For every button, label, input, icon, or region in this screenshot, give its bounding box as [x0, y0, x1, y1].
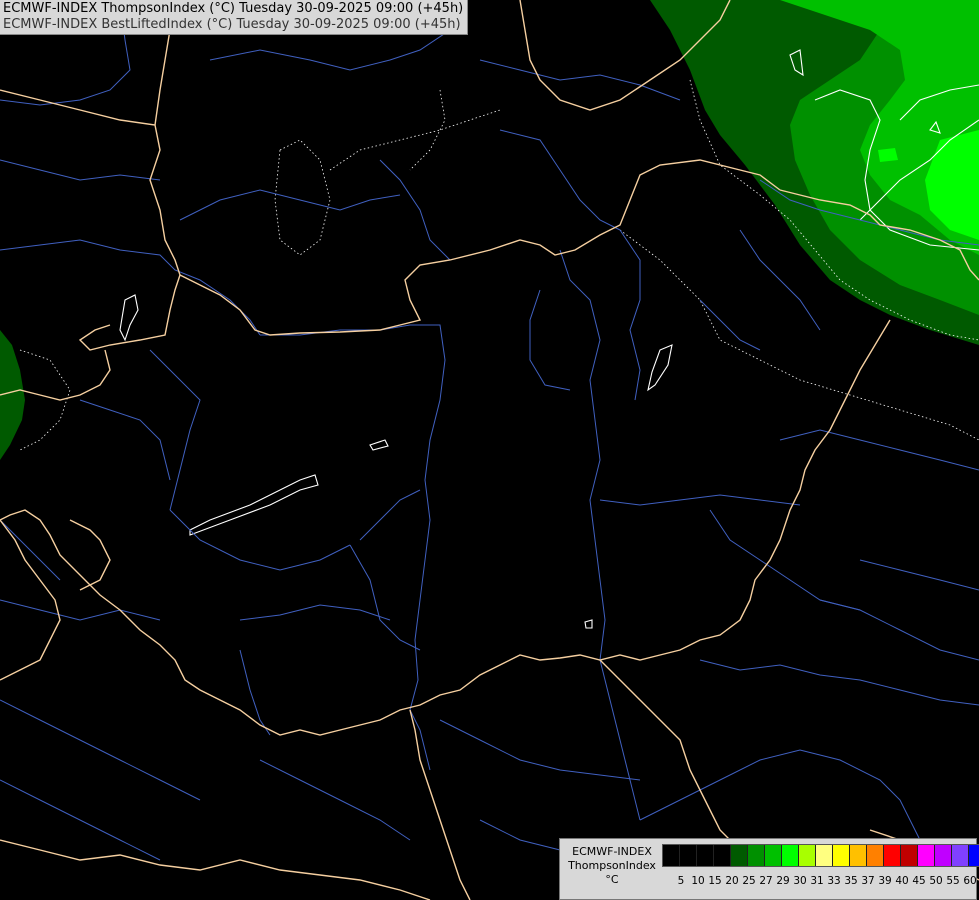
legend-tick-label: 25: [742, 875, 756, 887]
legend-swatch: [663, 845, 680, 866]
legend-tick-label: 30: [793, 875, 807, 887]
map-title-box: ECMWF-INDEX ThompsonIndex (°C) Tuesday 3…: [0, 0, 469, 35]
legend-tick-label: 60: [963, 875, 977, 887]
legend-swatch: [935, 845, 952, 866]
weather-map: [0, 0, 979, 900]
legend-swatch: [731, 845, 748, 866]
legend-tick-label: 5: [677, 875, 685, 887]
legend-tick-label: 27: [759, 875, 773, 887]
legend-swatch: [816, 845, 833, 866]
legend-swatch: [850, 845, 867, 866]
legend-tick-label: 55: [946, 875, 960, 887]
legend-swatch: [901, 845, 918, 866]
legend-swatch: [782, 845, 799, 866]
legend-parameter: ThompsonIndex: [568, 859, 656, 872]
legend-swatch: [765, 845, 782, 866]
legend-tick-label: 39: [878, 875, 892, 887]
legend-swatch: [867, 845, 884, 866]
legend-swatch: [969, 845, 979, 866]
legend-swatch: [680, 845, 697, 866]
legend-swatch: [884, 845, 901, 866]
legend-swatch: [748, 845, 765, 866]
legend-tick-label: 29: [776, 875, 790, 887]
legend-tick-label: 35: [844, 875, 858, 887]
legend-swatch: [799, 845, 816, 866]
legend-swatch: [697, 845, 714, 866]
legend-tick-label: 40: [895, 875, 909, 887]
legend-swatch: [833, 845, 850, 866]
legend-tick-label: 31: [810, 875, 824, 887]
legend-unit: °C: [605, 873, 619, 886]
color-legend: ECMWF-INDEX ThompsonIndex °C 5 10 15 20 25 27…: [559, 838, 979, 900]
legend-label: ECMWF-INDEX ThompsonIndex °C: [562, 845, 662, 887]
legend-tick-label: 50: [929, 875, 943, 887]
legend-tick-label: 15: [708, 875, 722, 887]
legend-tick-label: 20: [725, 875, 739, 887]
legend-color-bar: [662, 844, 979, 867]
title-best-lifted-index: ECMWF-INDEX BestLiftedIndex (°C) Tuesday…: [3, 17, 461, 32]
legend-swatch: [714, 845, 731, 866]
legend-swatch: [918, 845, 935, 866]
legend-tick-label: 37: [861, 875, 875, 887]
legend-tick-label: 45: [912, 875, 926, 887]
legend-ticks: 5 10 15 20 25 27 29 30 31 33 35 37 39 40 45 50 55 60: [664, 875, 979, 889]
legend-tick-label: 33: [827, 875, 841, 887]
legend-swatch: [952, 845, 969, 866]
legend-tick-label: 10: [691, 875, 705, 887]
title-thompson-index: ECMWF-INDEX ThompsonIndex (°C) Tuesday 3…: [3, 1, 464, 16]
legend-model: ECMWF-INDEX: [572, 845, 652, 858]
